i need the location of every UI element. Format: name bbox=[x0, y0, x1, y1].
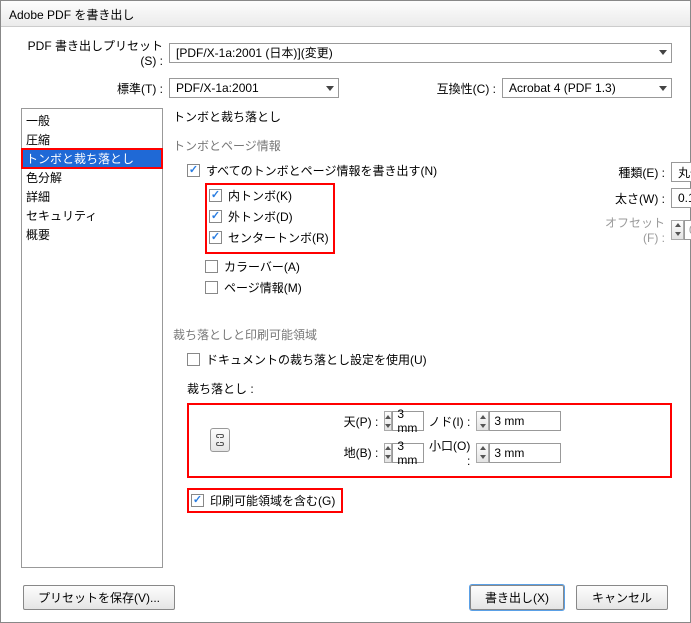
chevron-down-icon bbox=[659, 50, 667, 55]
mark-type-dropdown[interactable]: 丸付きセンタートンボ bbox=[671, 162, 691, 182]
include-slug-label: 印刷可能領域を含む(G) bbox=[210, 492, 335, 509]
registration-marks-checkbox[interactable] bbox=[209, 231, 222, 244]
mark-type-value: 丸付きセンタートンボ bbox=[678, 164, 691, 181]
bleed-highlight-box: 天(P) : 3 mm ノド(I) : 3 mm bbox=[187, 403, 672, 478]
compat-value: Acrobat 4 (PDF 1.3) bbox=[509, 81, 616, 95]
mark-weight-label: 太さ(W) : bbox=[593, 190, 671, 207]
mark-type-label: 種類(E) : bbox=[593, 164, 671, 181]
color-bars-label: カラーバー(A) bbox=[224, 258, 300, 275]
color-bars-checkbox[interactable] bbox=[205, 260, 218, 273]
bleed-inside-label: ノド(I) : bbox=[424, 413, 476, 430]
bleed-label: 裁ち落とし : bbox=[187, 380, 672, 397]
section-marks-heading: トンボとページ情報 bbox=[173, 137, 672, 154]
bleed-top-field[interactable]: 3 mm bbox=[392, 411, 424, 431]
standard-label: 標準(T) : bbox=[21, 80, 169, 97]
use-doc-bleed-label: ドキュメントの裁ち落とし設定を使用(U) bbox=[206, 351, 427, 368]
section-bleed-heading: 裁ち落としと印刷可能領域 bbox=[173, 326, 672, 343]
bleed-outside-field[interactable]: 3 mm bbox=[489, 443, 561, 463]
preset-label: PDF 書き出しプリセット(S) : bbox=[21, 37, 169, 68]
sidebar-item-output[interactable]: 色分解 bbox=[22, 168, 162, 187]
bleed-bottom-stepper[interactable] bbox=[384, 443, 392, 463]
include-slug-highlight: 印刷可能領域を含む(G) bbox=[187, 488, 343, 513]
chain-link-icon bbox=[215, 433, 225, 447]
sidebar-item-advanced[interactable]: 詳細 bbox=[22, 187, 162, 206]
export-button[interactable]: 書き出し(X) bbox=[470, 585, 564, 610]
compat-dropdown[interactable]: Acrobat 4 (PDF 1.3) bbox=[502, 78, 672, 98]
bleed-bottom-label: 地(B) : bbox=[243, 444, 384, 461]
panel-title: トンボと裁ち落とし bbox=[173, 108, 672, 125]
chevron-down-icon bbox=[659, 86, 667, 91]
bleed-marks-checkbox[interactable] bbox=[209, 210, 222, 223]
mark-offset-field: 0 mm bbox=[684, 220, 691, 240]
bleed-inside-stepper[interactable] bbox=[476, 411, 489, 431]
sidebar-item-marks-bleed[interactable]: トンボと裁ち落とし bbox=[22, 149, 162, 168]
chevron-down-icon bbox=[326, 86, 334, 91]
mark-weight-dropdown[interactable]: 0.10 mm bbox=[671, 188, 691, 208]
bleed-bottom-field[interactable]: 3 mm bbox=[392, 443, 424, 463]
all-marks-checkbox[interactable] bbox=[187, 164, 200, 177]
bleed-marks-label: 外トンボ(D) bbox=[228, 208, 293, 225]
bleed-inside-field[interactable]: 3 mm bbox=[489, 411, 561, 431]
bleed-outside-label: 小口(O) : bbox=[424, 437, 476, 468]
mark-weight-value: 0.10 mm bbox=[678, 191, 691, 205]
page-info-checkbox[interactable] bbox=[205, 281, 218, 294]
preset-dropdown[interactable]: [PDF/X-1a:2001 (日本)](変更) bbox=[169, 43, 672, 63]
sidebar-item-security[interactable]: セキュリティ bbox=[22, 206, 162, 225]
crop-marks-label: 内トンボ(K) bbox=[228, 187, 292, 204]
mark-offset-label: オフセット(F) : bbox=[593, 214, 671, 245]
all-marks-label: すべてのトンボとページ情報を書き出す(N) bbox=[206, 162, 437, 179]
preset-value: [PDF/X-1a:2001 (日本)](変更) bbox=[176, 44, 333, 61]
sidebar-item-summary[interactable]: 概要 bbox=[22, 225, 162, 244]
sidebar: 一般 圧縮 トンボと裁ち落とし 色分解 詳細 セキュリティ 概要 bbox=[21, 108, 163, 568]
include-slug-checkbox[interactable] bbox=[191, 494, 204, 507]
bleed-top-label: 天(P) : bbox=[243, 413, 384, 430]
registration-marks-label: センタートンボ(R) bbox=[228, 229, 329, 246]
bleed-outside-stepper[interactable] bbox=[476, 443, 489, 463]
use-doc-bleed-checkbox[interactable] bbox=[187, 353, 200, 366]
compat-label: 互換性(C) : bbox=[432, 80, 502, 97]
cancel-button[interactable]: キャンセル bbox=[576, 585, 668, 610]
sidebar-item-general[interactable]: 一般 bbox=[22, 111, 162, 130]
window-title: Adobe PDF を書き出し bbox=[9, 8, 134, 22]
window-titlebar: Adobe PDF を書き出し bbox=[1, 1, 690, 27]
page-info-label: ページ情報(M) bbox=[224, 279, 302, 296]
standard-dropdown[interactable]: PDF/X-1a:2001 bbox=[169, 78, 339, 98]
offset-stepper bbox=[671, 220, 684, 240]
sidebar-item-compression[interactable]: 圧縮 bbox=[22, 130, 162, 149]
link-bleed-icon[interactable] bbox=[210, 428, 230, 452]
bleed-top-stepper[interactable] bbox=[384, 411, 392, 431]
standard-value: PDF/X-1a:2001 bbox=[176, 81, 259, 95]
crop-marks-checkbox[interactable] bbox=[209, 189, 222, 202]
save-preset-button[interactable]: プリセットを保存(V)... bbox=[23, 585, 175, 610]
